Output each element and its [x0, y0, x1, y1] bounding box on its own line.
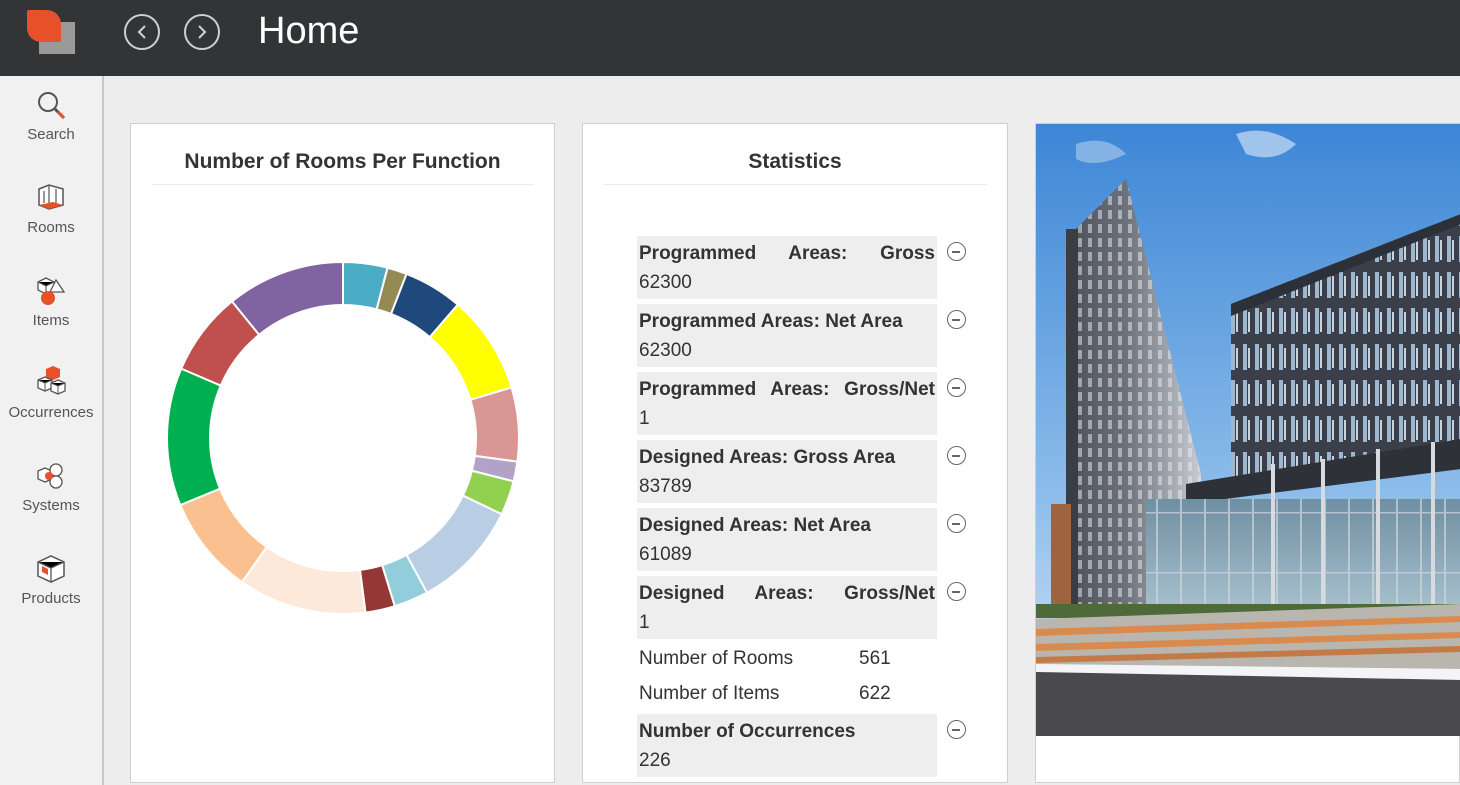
products-icon [37, 555, 65, 583]
stat-designed-gross: Designed Areas: Gross Area 83789 [637, 440, 966, 503]
collapse-icon[interactable] [947, 514, 966, 533]
items-icon [37, 277, 66, 305]
sidebar-item-products[interactable]: Products [0, 552, 102, 632]
stat-value: 561 [859, 648, 891, 669]
sidebar: Search Rooms Items Occurrences Systems P… [0, 76, 104, 785]
back-button[interactable] [124, 14, 160, 50]
top-bar: Home [0, 0, 1460, 76]
stat-label: Programmed Areas: Gross/Net [639, 379, 935, 400]
search-icon [38, 92, 66, 120]
stat-number-of-items: Number of Items 622 [637, 679, 937, 708]
stat-designed-net: Designed Areas: Net Area 61089 [637, 508, 966, 571]
stat-programmed-gross: Programmed Areas: Gross 62300 [637, 236, 966, 299]
stat-label: Number of Occurrences [639, 721, 856, 742]
stat-number-of-occurrences: Number of Occurrences 226 [637, 714, 966, 777]
sidebar-item-items[interactable]: Items [0, 274, 102, 354]
sidebar-item-label: Products [21, 590, 81, 607]
stats-card-title: Statistics [603, 150, 987, 185]
stat-label: Programmed Areas: Net Area [639, 311, 903, 332]
collapse-icon[interactable] [947, 242, 966, 261]
sidebar-item-rooms[interactable]: Rooms [0, 181, 102, 261]
stat-label: Number of Rooms [639, 648, 794, 669]
donut-slice-13[interactable] [166, 367, 223, 507]
rooms-icon [38, 184, 64, 210]
collapse-icon[interactable] [947, 378, 966, 397]
stat-value: 62300 [639, 272, 692, 293]
stat-value: 1 [639, 408, 650, 429]
collapse-icon[interactable] [947, 446, 966, 465]
stat-programmed-gross-net: Programmed Areas: Gross/Net 1 [637, 372, 966, 435]
rooms-donut-chart [166, 260, 520, 615]
stat-value: 61089 [639, 544, 692, 565]
stat-number-of-rooms: Number of Rooms 561 [637, 644, 937, 673]
sidebar-item-label: Rooms [27, 219, 75, 236]
donut-slice-8[interactable] [405, 494, 503, 595]
stat-value: 622 [859, 683, 891, 704]
collapse-icon[interactable] [947, 582, 966, 601]
app-logo[interactable] [27, 10, 77, 54]
stat-value: 226 [639, 750, 671, 771]
stat-value: 83789 [639, 476, 692, 497]
sidebar-item-label: Occurrences [8, 404, 94, 421]
stats-list: Programmed Areas: Gross 62300 Programmed… [637, 236, 977, 782]
donut-slice-5[interactable] [469, 386, 520, 463]
building-photo-card [1035, 123, 1460, 783]
sidebar-item-label: Search [27, 126, 75, 143]
collapse-icon[interactable] [947, 310, 966, 329]
sidebar-item-occurrences[interactable]: Occurrences [0, 366, 102, 446]
rooms-per-function-card: Number of Rooms Per Function [130, 123, 555, 783]
stat-value: 1 [639, 612, 650, 633]
chevron-left-icon [137, 25, 146, 39]
stat-designed-gross-net: Designed Areas: Gross/Net 1 [637, 576, 966, 639]
page-title: Home [258, 10, 360, 52]
sidebar-item-label: Items [32, 312, 70, 329]
forward-button[interactable] [184, 14, 220, 50]
systems-icon [37, 463, 63, 489]
stat-label: Designed Areas: Net Area [639, 515, 871, 536]
stat-label: Designed Areas: Gross/Net [639, 583, 935, 604]
building-photo [1036, 124, 1460, 736]
collapse-icon[interactable] [947, 720, 966, 739]
stat-programmed-net: Programmed Areas: Net Area 62300 [637, 304, 966, 367]
stat-label: Programmed Areas: Gross [639, 243, 935, 264]
stat-value: 62300 [639, 340, 692, 361]
sidebar-item-systems[interactable]: Systems [0, 459, 102, 539]
statistics-card: Statistics Programmed Areas: Gross 62300… [582, 123, 1008, 783]
chevron-right-icon [198, 25, 207, 39]
occurrences-icon [37, 366, 66, 395]
stat-label: Number of Items [639, 683, 780, 704]
stat-label: Designed Areas: Gross Area [639, 447, 896, 468]
sidebar-item-search[interactable]: Search [0, 88, 102, 168]
sidebar-item-label: Systems [22, 497, 80, 514]
